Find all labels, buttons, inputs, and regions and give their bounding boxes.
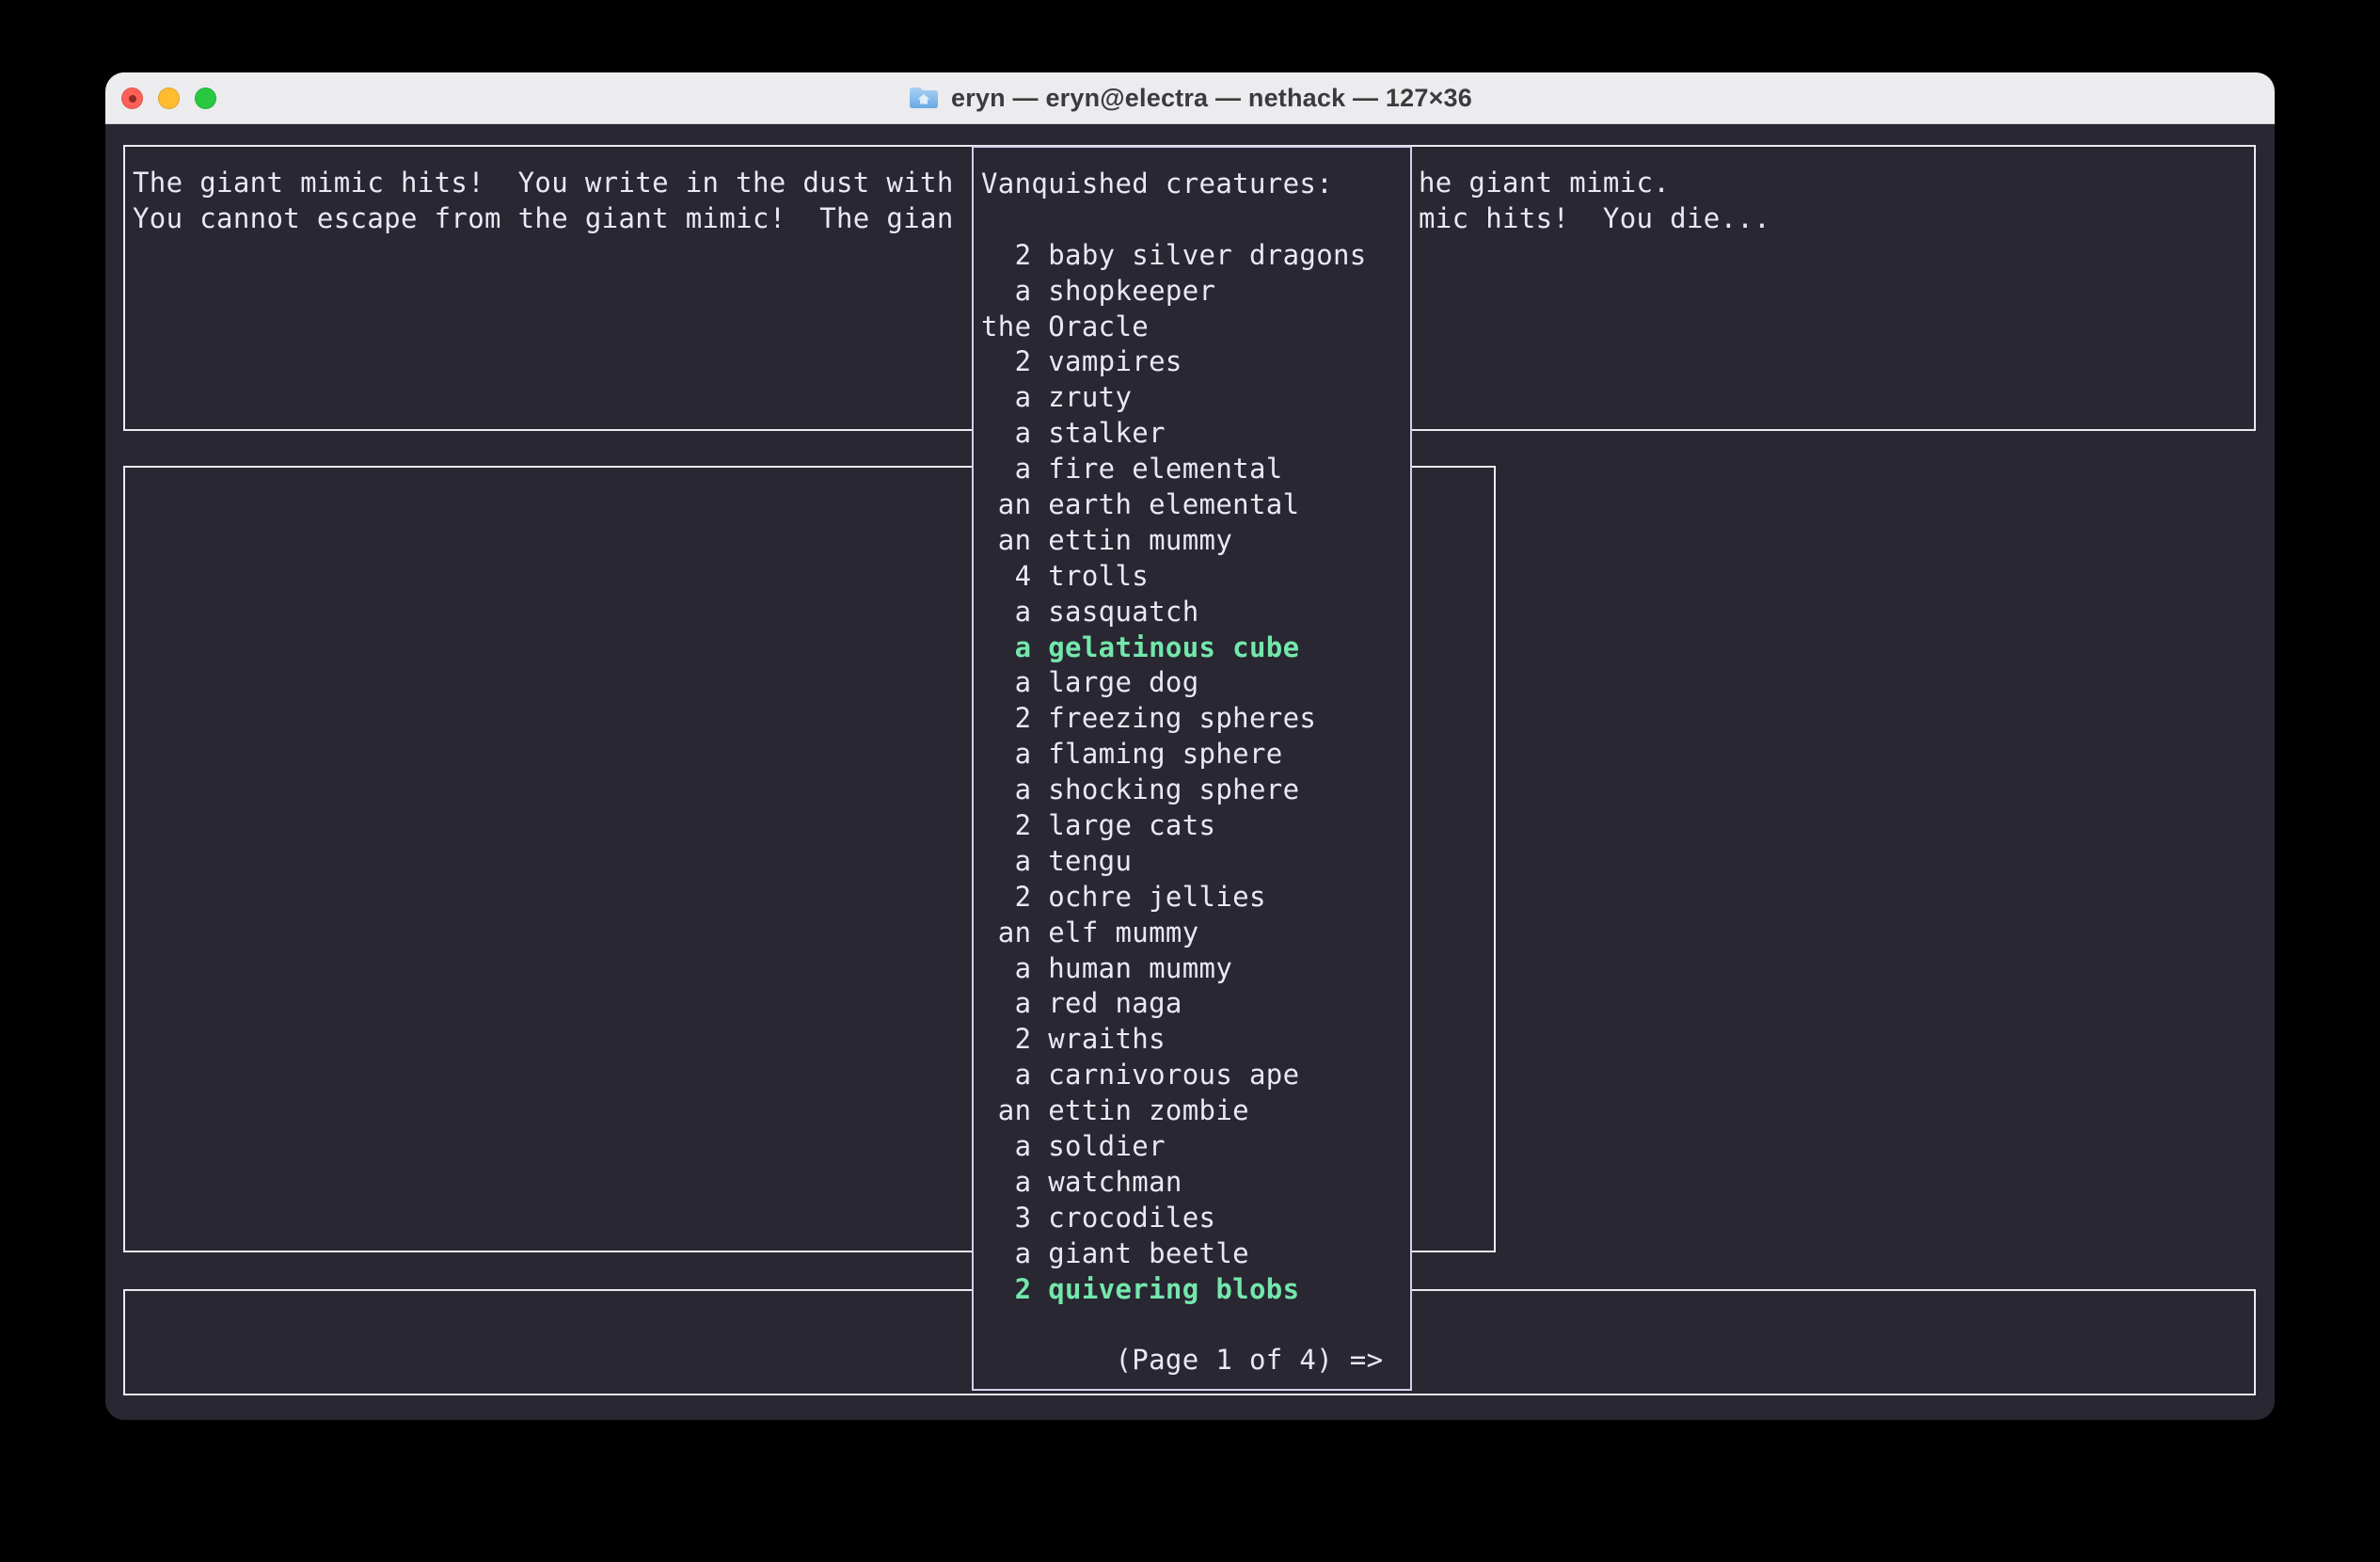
message-line1-right: he giant mimic. (1419, 166, 1670, 201)
vanquished-item: a stalker (981, 416, 1410, 452)
vanquished-item: 2 vampires (981, 344, 1410, 380)
zoom-button[interactable] (195, 88, 216, 109)
window-controls (121, 72, 216, 123)
message-line2-left: You cannot escape from the giant mimic! … (133, 202, 954, 234)
vanquished-item: a human mummy (981, 951, 1410, 987)
folder-icon (908, 85, 940, 111)
message-line2-right: mic hits! You die... (1419, 201, 1770, 237)
window-title-group: eryn — eryn@electra — nethack — 127×36 (908, 84, 1472, 113)
terminal-window: eryn — eryn@electra — nethack — 127×36 T… (105, 72, 2275, 1420)
vanquished-list: 2 baby silver dragons a shopkeeperthe Or… (981, 238, 1410, 1308)
vanquished-item: 2 quivering blobs (981, 1272, 1410, 1308)
vanquished-item: an earth elemental (981, 487, 1410, 523)
vanquished-item: an ettin zombie (981, 1093, 1410, 1129)
vanquished-item: a soldier (981, 1129, 1410, 1165)
close-button[interactable] (121, 88, 143, 109)
window-title: eryn — eryn@electra — nethack — 127×36 (951, 84, 1472, 113)
menu-blank-row (981, 202, 1410, 238)
vanquished-item: a flaming sphere (981, 737, 1410, 773)
vanquished-item: a carnivorous ape (981, 1058, 1410, 1093)
vanquished-item: 4 trolls (981, 559, 1410, 595)
menu-title: Vanquished creatures: (981, 167, 1410, 202)
vanquished-item: the Oracle (981, 310, 1410, 345)
vanquished-creatures-menu: Vanquished creatures: 2 baby silver drag… (972, 146, 1412, 1391)
vanquished-item: 2 large cats (981, 808, 1410, 844)
vanquished-item: an elf mummy (981, 916, 1410, 951)
vanquished-item: a giant beetle (981, 1236, 1410, 1272)
vanquished-item: 3 crocodiles (981, 1201, 1410, 1236)
vanquished-item: a gelatinous cube (981, 630, 1410, 666)
vanquished-item: a fire elemental (981, 452, 1410, 487)
vanquished-item: 2 freezing spheres (981, 701, 1410, 737)
title-bar[interactable]: eryn — eryn@electra — nethack — 127×36 (105, 72, 2275, 124)
menu-pager: (Page 1 of 4) => (981, 1343, 1410, 1379)
menu-blank-row (981, 1308, 1410, 1344)
vanquished-item: a shopkeeper (981, 274, 1410, 310)
terminal-screen[interactable]: The giant mimic hits! You write in the d… (105, 125, 2275, 1420)
message-line1-left: The giant mimic hits! You write in the d… (133, 167, 954, 199)
vanquished-item: an ettin mummy (981, 523, 1410, 559)
vanquished-item: a red naga (981, 986, 1410, 1022)
vanquished-item: 2 wraiths (981, 1022, 1410, 1058)
vanquished-item: 2 ochre jellies (981, 880, 1410, 916)
vanquished-item: 2 baby silver dragons (981, 238, 1410, 274)
vanquished-item: a shocking sphere (981, 773, 1410, 808)
vanquished-item: a tengu (981, 844, 1410, 880)
vanquished-item: a zruty (981, 380, 1410, 416)
vanquished-item: a sasquatch (981, 595, 1410, 630)
vanquished-item: a watchman (981, 1165, 1410, 1201)
vanquished-item: a large dog (981, 665, 1410, 701)
minimize-button[interactable] (158, 88, 180, 109)
